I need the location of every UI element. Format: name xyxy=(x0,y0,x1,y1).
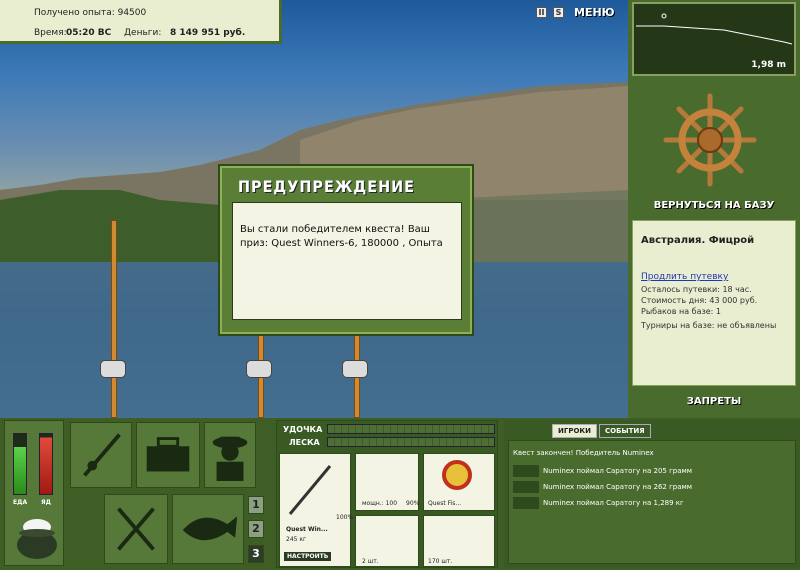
line-tension-meter xyxy=(327,437,495,447)
fish-icon xyxy=(182,516,238,541)
location-name: Австралия. Фицрой xyxy=(641,235,755,246)
time-label: Время: xyxy=(34,28,67,38)
event-log: ИГРОКИ СОБЫТИЯ Квест закончен! Победител… xyxy=(504,420,800,568)
hook-caption: 2 шт. xyxy=(362,558,379,565)
fish-icon xyxy=(513,497,539,509)
poison-bar xyxy=(39,433,53,495)
warning-dialog[interactable]: ПРЕДУПРЕЖДЕНИЕ Вы стали победителем квес… xyxy=(218,164,474,336)
depth-value: 1,98 m xyxy=(751,60,786,70)
reel-2-icon xyxy=(246,360,272,378)
tab-players[interactable]: ИГРОКИ xyxy=(552,424,597,438)
extend-trip-link[interactable]: Продлить путевку xyxy=(641,272,787,282)
line-slot[interactable]: Quest Fis... xyxy=(423,453,495,511)
bans-button[interactable]: ЗАПРЕТЫ xyxy=(632,396,796,407)
reel-slot[interactable]: мощн.: 100 90% xyxy=(355,453,419,511)
dialog-title: ПРЕДУПРЕЖДЕНИЕ xyxy=(238,177,415,196)
player-hud: Получено опыта: 94500 Время: 05:20 ВС Де… xyxy=(0,0,282,44)
log-item-text: Numinex поймал Саратогу на 262 грамм xyxy=(543,483,693,491)
rod-label: УДОЧКА xyxy=(283,425,323,434)
knife-fork-icon xyxy=(117,507,155,551)
base-info-panel: Австралия. Фицрой Продлить путевку Остал… xyxy=(632,220,796,386)
trip-remaining: Осталось путевки: 18 час. xyxy=(641,285,752,294)
tournaments-status: Турниры на базе: не объявлены xyxy=(641,321,777,330)
money-label: Деньги: xyxy=(124,28,162,38)
reel-percent: 90% xyxy=(406,500,420,507)
money-value: 8 149 951 руб. xyxy=(170,28,246,38)
xp-text: Получено опыта: 94500 xyxy=(34,8,147,18)
character-button[interactable] xyxy=(204,422,256,488)
rod-slot[interactable]: Quest Win... 245 кг 100% НАСТРОИТЬ xyxy=(279,453,354,567)
dialog-message: Вы стали победителем квеста! Ваш приз: Q… xyxy=(232,202,462,320)
status-bars: ЕДА ЯД xyxy=(4,420,64,566)
reel-3-icon xyxy=(342,360,368,378)
time-value: 05:20 ВС xyxy=(66,28,112,38)
page-button-2[interactable]: 2 xyxy=(248,520,264,538)
poison-label: ЯД xyxy=(41,499,51,506)
depth-map: 1,98 m xyxy=(632,2,796,76)
fish-icon xyxy=(513,465,539,477)
hook-slot[interactable]: 2 шт. xyxy=(355,515,419,567)
rod-weight: 245 кг xyxy=(286,536,307,543)
bait-slot[interactable]: 170 шт. xyxy=(423,515,495,567)
pause-button[interactable]: II xyxy=(536,7,547,18)
fish-keeper-button[interactable] xyxy=(172,494,244,564)
log-item: Numinex поймал Саратогу на 262 грамм xyxy=(513,481,692,493)
fish-icon xyxy=(513,481,539,493)
top-controls: II S МЕНЮ xyxy=(536,6,615,19)
log-item: Numinex поймал Саратогу на 1,289 кг xyxy=(513,497,684,509)
reel-caption: мощн.: 100 xyxy=(362,500,398,507)
tackle-panel: УДОЧКА ЛЕСКА Quest Win... 245 кг 100% НА… xyxy=(276,420,498,568)
log-item-text: Numinex поймал Саратогу на 205 грамм xyxy=(543,467,693,475)
fisherman-icon xyxy=(212,436,248,481)
rod-tension-meter xyxy=(327,424,495,434)
rod-name: Quest Win... xyxy=(286,526,328,533)
food-button[interactable] xyxy=(104,494,168,564)
return-to-base-button[interactable]: ВЕРНУТЬСЯ НА БАЗУ xyxy=(632,200,796,211)
fishing-rod-1[interactable] xyxy=(111,220,117,418)
fishers-count: Рыбаков на базе: 1 xyxy=(641,307,721,316)
log-item: Numinex поймал Саратогу на 205 грамм xyxy=(513,465,692,477)
line-spool-icon xyxy=(442,460,472,490)
log-header: Квест закончен! Победитель Numinex xyxy=(513,449,654,457)
log-list: Квест закончен! Победитель Numinex Numin… xyxy=(508,440,796,564)
page-button-3[interactable]: 3 xyxy=(248,545,264,563)
tackle-box-button[interactable] xyxy=(136,422,200,488)
log-item-text: Numinex поймал Саратогу на 1,289 кг xyxy=(543,499,684,507)
reel-1-icon xyxy=(100,360,126,378)
tackle-box-icon xyxy=(146,437,190,472)
day-cost: Стоимость дня: 43 000 руб. xyxy=(641,296,758,305)
cooking-pot-icon[interactable] xyxy=(13,513,61,561)
menu-button[interactable]: МЕНЮ xyxy=(574,6,615,19)
food-bar xyxy=(13,433,27,495)
tab-events[interactable]: СОБЫТИЯ xyxy=(598,424,651,438)
food-label: ЕДА xyxy=(13,499,28,506)
ship-wheel-icon[interactable] xyxy=(662,92,758,188)
page-button-1[interactable]: 1 xyxy=(248,496,264,514)
log-tabs: ИГРОКИ СОБЫТИЯ xyxy=(552,424,651,438)
rods-icon xyxy=(83,433,121,477)
setup-button[interactable]: НАСТРОИТЬ xyxy=(284,552,332,561)
rods-button[interactable] xyxy=(70,422,132,488)
sound-button[interactable]: S xyxy=(553,7,564,18)
rod-icon xyxy=(288,465,332,515)
line-label: ЛЕСКА xyxy=(289,438,320,447)
bait-caption: 170 шт. xyxy=(428,558,453,565)
line-caption: Quest Fis... xyxy=(428,500,462,507)
rod-percent: 100% xyxy=(336,514,354,521)
